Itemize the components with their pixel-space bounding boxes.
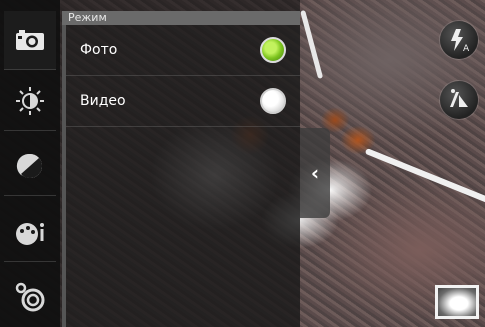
toolbar-item-mode[interactable]: [4, 11, 56, 70]
switch-camera-icon: [450, 89, 468, 107]
collapse-panel-button[interactable]: ‹: [300, 128, 330, 218]
settings-icon: [15, 282, 45, 312]
scene-info-icon: [16, 223, 44, 245]
mode-option-video[interactable]: Видео: [66, 76, 300, 127]
radio-unselected-icon[interactable]: [260, 88, 286, 114]
settings-toolbar: [0, 0, 60, 327]
panel-body: Фото Видео: [62, 25, 300, 327]
flash-auto-button[interactable]: A: [440, 21, 478, 59]
brightness-icon: [16, 87, 44, 115]
toolbar-item-brightness[interactable]: [4, 72, 56, 131]
mode-option-label: Видео: [80, 93, 126, 109]
panel-header: Режим: [62, 11, 300, 25]
radio-selected-icon[interactable]: [260, 37, 286, 63]
switch-camera-button[interactable]: [440, 81, 478, 119]
camera-screen: Режим Фото Видео ‹ A: [0, 0, 485, 327]
chevron-left-icon: ‹: [310, 161, 320, 185]
camera-icon: [16, 30, 44, 50]
mode-panel: Режим Фото Видео: [62, 11, 300, 327]
mode-option-label: Фото: [80, 42, 118, 58]
flash-badge: A: [463, 44, 470, 53]
toolbar-item-scene[interactable]: [4, 203, 56, 262]
exposure-icon: [16, 153, 43, 179]
mode-option-photo[interactable]: Фото: [66, 25, 300, 76]
gallery-thumbnail[interactable]: [435, 285, 479, 319]
thumbnail-image: [438, 288, 476, 316]
toolbar-item-exposure[interactable]: [4, 137, 56, 196]
flash-auto-icon: A: [451, 29, 470, 53]
toolbar-item-settings[interactable]: [4, 268, 56, 326]
